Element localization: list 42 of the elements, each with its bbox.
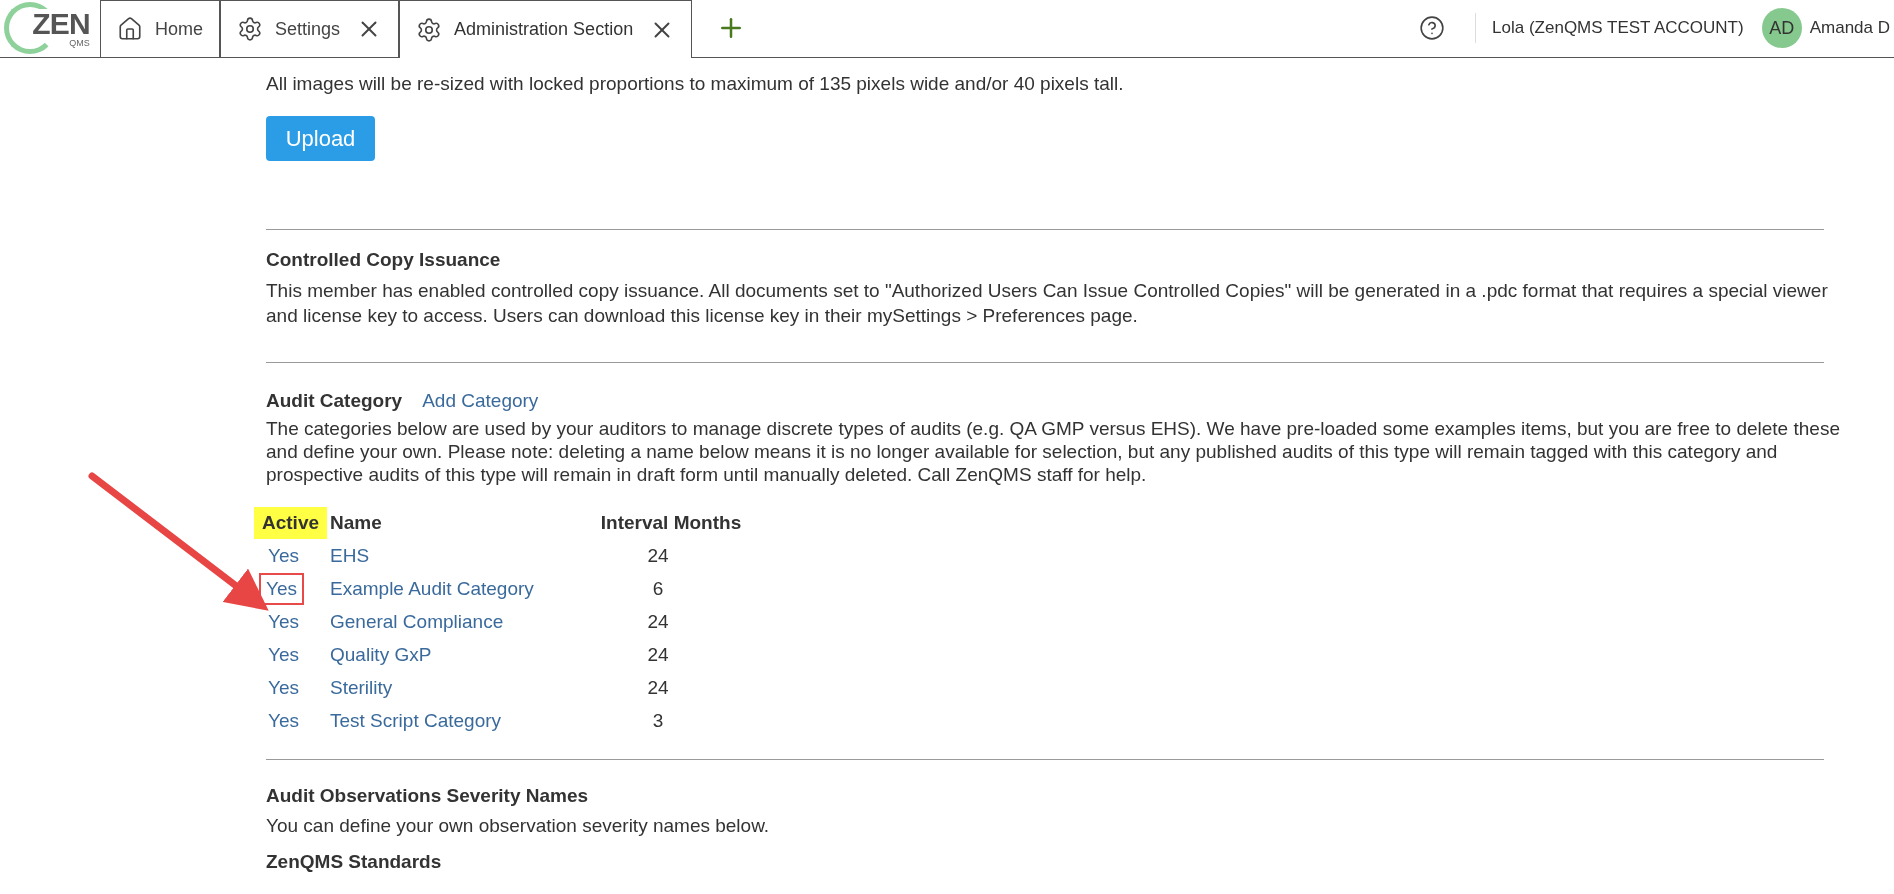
section-description: You can define your own observation severity names below. xyxy=(266,814,771,838)
category-name-link[interactable]: Quality GxP xyxy=(330,642,432,667)
category-name-link[interactable]: Example Audit Category xyxy=(330,576,534,601)
active-link[interactable]: Yes xyxy=(259,572,304,605)
body-text: All images will be re-sized with locked proportions to maximum of 135 pixels wide and/or 40 pixels tall. xyxy=(266,72,1125,96)
active-link[interactable]: Yes xyxy=(266,642,299,667)
gear-icon xyxy=(416,16,443,43)
category-name-link[interactable]: Sterility xyxy=(330,675,393,700)
tab[interactable]: Home xyxy=(100,0,220,57)
active-link[interactable]: Yes xyxy=(266,708,299,733)
user-name[interactable]: Amanda D xyxy=(1809,15,1890,41)
interval-months: 24 xyxy=(647,609,669,634)
section-description: The categories below are used by your auditors to manage discrete types of audits (e.g. QA GMP versus EHS). We have pre-loaded some examples items, but you are free to delete these and define your own. Please note: deleting a name below means it is no longer available for selection, but any published audits of this type will remain tagged with this category and prospective audits of this type will remain in draft form until manually deleted. Call ZenQMS staff for help. xyxy=(266,417,1841,486)
interval-months: 24 xyxy=(647,642,669,667)
active-link[interactable]: Yes xyxy=(266,609,299,634)
interval-months: 3 xyxy=(652,708,664,733)
home-icon xyxy=(117,16,143,42)
section-title: ZenQMS Standards xyxy=(266,850,442,874)
category-name-link[interactable]: EHS xyxy=(330,543,370,568)
section-description: This member has enabled controlled copy issuance. All documents set to "Authorized Users Can Issue Controlled Copies" will be generated in a .pdc format that requires a special viewer and license key to access. Users can download this license key in their mySettings > Preferences page. xyxy=(266,279,1829,328)
tab[interactable]: Settings xyxy=(220,0,400,57)
help-icon[interactable] xyxy=(1419,15,1446,41)
interval-months: 24 xyxy=(647,543,669,568)
category-name-link[interactable]: Test Script Category xyxy=(330,708,502,733)
tab[interactable]: Administration Section xyxy=(399,0,693,58)
interval-months: 24 xyxy=(647,675,669,700)
add-category-link[interactable]: Add Category xyxy=(422,389,539,413)
section-title: Audit Observations Severity Names xyxy=(266,784,589,808)
avatar[interactable]: AD xyxy=(1761,8,1802,48)
section-title: Audit Category xyxy=(266,389,403,413)
interval-months: 6 xyxy=(652,576,664,601)
column-header: Name xyxy=(330,510,382,535)
gear-icon xyxy=(237,16,263,42)
column-header: Active xyxy=(254,506,328,539)
upload-button[interactable]: Upload xyxy=(266,116,375,161)
zen-logo: ZEN QMS xyxy=(0,0,100,57)
account-name[interactable]: Lola (ZenQMS TEST ACCOUNT) xyxy=(1492,15,1744,41)
category-name-link[interactable]: General Compliance xyxy=(330,609,504,634)
active-link[interactable]: Yes xyxy=(266,543,299,568)
column-header: Interval Months xyxy=(600,510,742,535)
active-link[interactable]: Yes xyxy=(266,675,299,700)
section-title: Controlled Copy Issuance xyxy=(266,248,501,272)
